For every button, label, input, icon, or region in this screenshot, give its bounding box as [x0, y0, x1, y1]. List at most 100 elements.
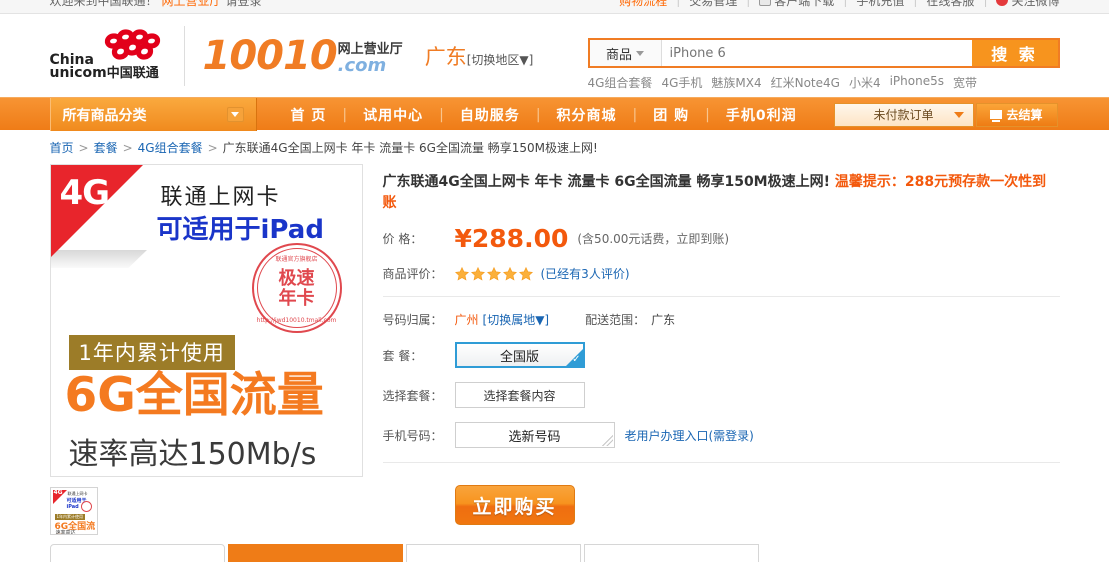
main-navigation: 所有商品分类 首 页 | 试用中心 | 自助服务 | 积分商城 | 团 购 | …: [0, 97, 1109, 131]
breadcrumb-item-packages[interactable]: 套餐: [94, 139, 118, 156]
nav-item-self-service[interactable]: 自助服务: [444, 105, 536, 125]
breadcrumb-item-home[interactable]: 首页: [50, 139, 74, 156]
logo-text-en-line2: unicom: [49, 64, 107, 81]
nav-item-group-buy[interactable]: 团 购: [637, 105, 705, 125]
choose-package-row: 选择套餐： 选择套餐内容: [383, 382, 1060, 408]
top-utility-bar: 欢迎来到中国联通！ 网上营业厅 请登录 购物流程 | 交易管理 | 客户端下载 …: [0, 0, 1109, 14]
product-title-text: 广东联通4G全国上网卡 年卡 流量卡 6G全国流量 畅享150M极速上网!: [382, 174, 831, 190]
weibo-icon: [996, 0, 1009, 6]
region-selector[interactable]: 广东 [切换地区▼]: [425, 41, 534, 71]
package-row: 套 餐： 全国版 ✓: [383, 342, 1060, 368]
stamp-bottom-text: http://jwd10010.tmall.com: [256, 317, 337, 324]
badge-4g: 4G: [59, 173, 111, 213]
tab-item[interactable]: [405, 544, 581, 562]
official-stamp-icon: 联通官方旗舰店 极速 年卡 http://jwd10010.tmall.com: [251, 243, 342, 333]
cart-icon: [990, 110, 1003, 122]
attribution-value: 广州: [454, 313, 479, 327]
stamp-top-text: 联通官方旗舰店: [275, 256, 318, 263]
topbar-divider: |: [843, 0, 848, 7]
hot-keyword[interactable]: 魅族MX4: [711, 74, 761, 91]
thumb-speed: 速率高达150Mb/s: [55, 530, 76, 535]
nav-item-zero-profit-phone[interactable]: 手机0利润: [710, 105, 813, 125]
package-label: 套 餐：: [382, 348, 423, 363]
price-note: (含50.00元话费，立即到账): [577, 232, 730, 246]
product-price: ¥288.00: [454, 224, 569, 253]
phone-icon: [759, 0, 772, 6]
phone-number-row: 手机号码： 选新号码 老用户办理入口(需登录): [383, 422, 1060, 448]
cart-area: 未付款订单 去结算: [833, 98, 1060, 131]
all-categories-button[interactable]: 所有商品分类: [49, 98, 257, 131]
hot-keyword[interactable]: 宽带: [953, 74, 977, 91]
nav-item-points-mall[interactable]: 积分商城: [541, 105, 633, 125]
search-category-label: 商品: [605, 47, 632, 63]
rating-count-link[interactable]: (已经有3人评价): [541, 265, 630, 282]
hot-keyword[interactable]: 红米Note4G: [771, 74, 840, 91]
checkout-button[interactable]: 去结算: [975, 102, 1058, 127]
hot-keyword[interactable]: 4G手机: [661, 74, 702, 91]
page-title: 广东联通4G全国上网卡 年卡 流量卡 6G全国流量 畅享150M极速上网! 温馨…: [383, 172, 1060, 214]
chevron-down-icon: [953, 111, 964, 118]
thumbnail-item[interactable]: 4G 联通上网卡 可适用于iPad 1年内累计使用 6G全国流量 速率高达150…: [49, 487, 98, 535]
unpaid-orders-label: 未付款订单: [873, 108, 934, 122]
choose-package-button[interactable]: 选择套餐内容: [454, 382, 585, 408]
choose-package-label: 选择套餐：: [382, 388, 443, 403]
unpaid-orders-dropdown[interactable]: 未付款订单: [833, 102, 974, 127]
topbar-item-shopping-flow[interactable]: 购物流程: [619, 0, 667, 9]
buy-section: 立即购买: [383, 463, 1060, 525]
rating-row: 商品评价： (已经有3人评价): [383, 265, 1060, 282]
region-name: 广东: [424, 44, 467, 69]
attribution-switch-link[interactable]: [切换属地▼]: [483, 311, 550, 328]
stamp-main-line1: 极速: [278, 268, 315, 289]
nav-item-home[interactable]: 首 页: [275, 105, 343, 125]
search-category-select[interactable]: 商品: [589, 40, 662, 66]
product-main-image[interactable]: 4G 联通上网卡 可适用于iPad 联通官方旗舰店 极速 年卡 http://j…: [49, 164, 363, 477]
topbar-divider: |: [676, 0, 681, 7]
topbar-divider: |: [983, 0, 988, 7]
star-icon: [518, 266, 533, 281]
stamp-main-text: 极速 年卡: [254, 269, 340, 309]
search-input[interactable]: [661, 40, 972, 66]
brand-10010[interactable]: 10010 网上营业厅 .com: [203, 36, 403, 76]
brand-subtitle-cn: 网上营业厅: [337, 41, 403, 57]
all-categories-label: 所有商品分类: [62, 107, 147, 124]
chevron-down-icon: [226, 107, 244, 122]
hot-keyword[interactable]: 4G组合套餐: [588, 74, 653, 91]
region-switch-label[interactable]: [切换地区▼]: [467, 51, 534, 68]
star-icon: [470, 266, 485, 281]
topbar-item-transactions[interactable]: 交易管理: [689, 0, 737, 9]
tab-item[interactable]: [49, 544, 225, 562]
tab-item[interactable]: [583, 544, 759, 562]
logo-text-cn: 中国联通: [106, 65, 159, 81]
package-option-nationwide[interactable]: 全国版 ✓: [454, 342, 585, 368]
thumbnail-list: 4G 联通上网卡 可适用于iPad 1年内累计使用 6G全国流量 速率高达150…: [49, 487, 365, 535]
select-new-number-label: 选新号码: [508, 429, 561, 445]
buy-now-button[interactable]: 立即购买: [454, 485, 575, 525]
hot-keyword[interactable]: 小米4: [849, 74, 881, 91]
topbar-item-recharge[interactable]: 手机充值: [856, 0, 904, 9]
search-button[interactable]: 搜 索: [971, 40, 1058, 66]
breadcrumb: 首页 > 套餐 > 4G组合套餐 > 广东联通4G全国上网卡 年卡 流量卡 6G…: [50, 130, 1060, 164]
nav-item-trial-center[interactable]: 试用中心: [347, 105, 439, 125]
shipping-value: 广东: [651, 313, 676, 327]
chevron-down-icon: [636, 50, 644, 56]
rating-stars: [454, 266, 533, 281]
tab-item-active[interactable]: [227, 544, 403, 562]
breadcrumb-item-4g-combo[interactable]: 4G组合套餐: [138, 139, 203, 156]
brand-domain: .com: [337, 54, 387, 76]
unicom-logo[interactable]: China unicom中国联通: [49, 25, 185, 86]
hot-keywords: 4G组合套餐 4G手机 魅族MX4 红米Note4G 小米4 iPhone5s …: [588, 74, 1060, 91]
topbar-login-link[interactable]: 请登录: [226, 0, 262, 9]
thumb-stamp-icon: [80, 501, 92, 512]
breadcrumb-separator: >: [122, 140, 133, 155]
product-detail: 4G 联通上网卡 可适用于iPad 联通官方旗舰店 极速 年卡 http://j…: [49, 164, 1060, 535]
topbar-portal-link[interactable]: 网上营业厅: [162, 0, 222, 9]
hot-keyword[interactable]: iPhone5s: [890, 74, 944, 91]
topbar-item-client-download[interactable]: 客户端下载: [774, 0, 834, 9]
image-line-1: 联通上网卡: [160, 185, 281, 210]
nav-links: 首 页 | 试用中心 | 自助服务 | 积分商城 | 团 购 | 手机0利润: [257, 98, 813, 131]
topbar-item-weibo[interactable]: 关注微博: [1011, 0, 1059, 9]
existing-user-entry-link[interactable]: 老用户办理入口(需登录): [625, 427, 754, 444]
phone-number-label: 手机号码：: [382, 428, 443, 443]
select-new-number-button[interactable]: 选新号码: [454, 422, 615, 448]
topbar-item-online-service[interactable]: 在线客服: [926, 0, 974, 9]
